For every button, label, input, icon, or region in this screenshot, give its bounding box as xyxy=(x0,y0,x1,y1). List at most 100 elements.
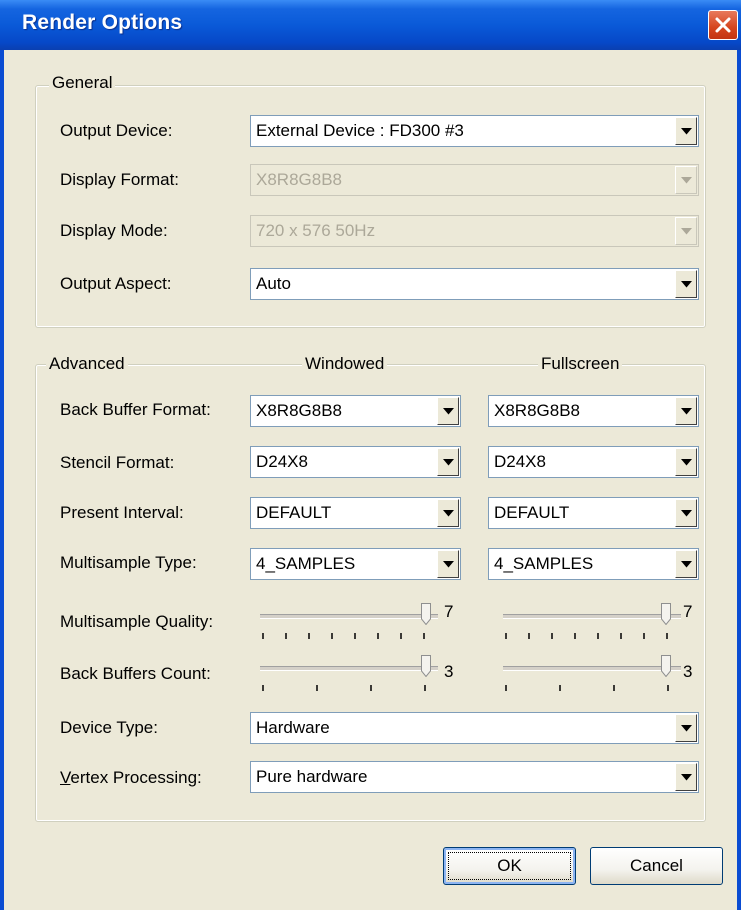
multisample-type-windowed-value: 4_SAMPLES xyxy=(256,554,356,573)
present-interval-windowed-dropdown-button[interactable] xyxy=(437,499,459,527)
chevron-down-icon xyxy=(681,459,692,466)
back-buffer-format-fullscreen-combo[interactable]: X8R8G8B8 xyxy=(488,395,699,427)
display-mode-combo: 720 x 576 50Hz xyxy=(250,215,699,247)
multisample-type-fullscreen-dropdown-button[interactable] xyxy=(675,550,697,578)
multisample-quality-windowed-value: 7 xyxy=(444,602,454,621)
close-icon xyxy=(715,17,731,33)
cancel-button-label: Cancel xyxy=(630,856,683,875)
display-format-label: Display Format: xyxy=(60,170,180,189)
vertex-processing-combo[interactable]: Pure hardware xyxy=(250,761,699,793)
chevron-down-icon xyxy=(681,177,692,184)
device-type-combo[interactable]: Hardware xyxy=(250,712,699,744)
chevron-down-icon xyxy=(443,459,454,466)
slider-ticks xyxy=(505,633,668,639)
chevron-down-icon xyxy=(443,561,454,568)
chevron-down-icon xyxy=(681,510,692,517)
back-buffer-format-fullscreen-value: X8R8G8B8 xyxy=(494,401,580,420)
general-legend: General xyxy=(49,73,116,93)
device-type-dropdown-button[interactable] xyxy=(675,714,697,742)
device-type-value: Hardware xyxy=(256,718,330,737)
output-aspect-dropdown-button[interactable] xyxy=(675,270,697,298)
slider-track xyxy=(503,666,681,671)
back-buffers-count-windowed-slider[interactable] xyxy=(260,655,450,695)
back-buffer-format-windowed-dropdown-button[interactable] xyxy=(437,397,459,425)
advanced-group xyxy=(35,364,706,822)
present-interval-fullscreen-combo[interactable]: DEFAULT xyxy=(488,497,699,529)
back-buffers-count-windowed-value: 3 xyxy=(444,662,454,681)
window-border-left xyxy=(0,50,4,910)
title-bar[interactable]: Render Options xyxy=(0,0,741,50)
present-interval-fullscreen-value: DEFAULT xyxy=(494,503,570,522)
multisample-type-fullscreen-value: 4_SAMPLES xyxy=(494,554,594,573)
output-aspect-combo[interactable]: Auto xyxy=(250,268,699,300)
stencil-format-windowed-combo[interactable]: D24X8 xyxy=(250,446,461,478)
slider-thumb-icon[interactable] xyxy=(421,655,431,677)
display-format-dropdown-button xyxy=(675,166,697,194)
chevron-down-icon xyxy=(681,408,692,415)
present-interval-label: Present Interval: xyxy=(60,503,184,522)
back-buffers-count-fullscreen-value: 3 xyxy=(683,662,693,681)
slider-thumb-icon[interactable] xyxy=(421,603,431,625)
multisample-quality-label: Multisample Quality: xyxy=(60,612,214,631)
multisample-type-fullscreen-combo[interactable]: 4_SAMPLES xyxy=(488,548,699,580)
output-aspect-label: Output Aspect: xyxy=(60,274,172,293)
output-device-dropdown-button[interactable] xyxy=(675,117,697,145)
slider-track xyxy=(503,614,681,619)
focus-ring xyxy=(448,852,571,880)
back-buffer-format-windowed-combo[interactable]: X8R8G8B8 xyxy=(250,395,461,427)
slider-ticks xyxy=(262,685,426,691)
slider-track xyxy=(260,614,438,619)
stencil-format-fullscreen-combo[interactable]: D24X8 xyxy=(488,446,699,478)
cancel-button[interactable]: Cancel xyxy=(590,847,723,885)
back-buffers-count-label: Back Buffers Count: xyxy=(60,664,211,683)
output-aspect-value: Auto xyxy=(256,274,291,293)
close-button[interactable] xyxy=(708,10,738,40)
multisample-type-windowed-combo[interactable]: 4_SAMPLES xyxy=(250,548,461,580)
multisample-quality-fullscreen-value: 7 xyxy=(683,602,693,621)
window-border-right xyxy=(737,50,741,910)
back-buffers-count-fullscreen-slider[interactable] xyxy=(503,655,693,695)
back-buffer-format-fullscreen-dropdown-button[interactable] xyxy=(675,397,697,425)
output-device-label: Output Device: xyxy=(60,121,173,140)
chevron-down-icon xyxy=(681,128,692,135)
chevron-down-icon xyxy=(681,774,692,781)
chevron-down-icon xyxy=(443,408,454,415)
chevron-down-icon xyxy=(681,725,692,732)
output-device-value: External Device : FD300 #3 xyxy=(256,121,464,140)
device-type-label: Device Type: xyxy=(60,718,158,737)
vertex-processing-dropdown-button[interactable] xyxy=(675,763,697,791)
advanced-legend: Advanced xyxy=(46,354,128,374)
stencil-format-label: Stencil Format: xyxy=(60,453,175,472)
display-mode-value: 720 x 576 50Hz xyxy=(256,221,376,240)
multisample-type-label: Multisample Type: xyxy=(60,553,197,572)
fullscreen-column-header: Fullscreen xyxy=(538,354,623,374)
present-interval-windowed-value: DEFAULT xyxy=(256,503,332,522)
stencil-format-fullscreen-value: D24X8 xyxy=(494,452,546,471)
chevron-down-icon xyxy=(443,510,454,517)
vertex-processing-accelerator: V xyxy=(60,768,71,787)
multisample-quality-windowed-slider[interactable] xyxy=(260,603,450,643)
stencil-format-windowed-dropdown-button[interactable] xyxy=(437,448,459,476)
display-mode-dropdown-button xyxy=(675,217,697,245)
multisample-type-windowed-dropdown-button[interactable] xyxy=(437,550,459,578)
chevron-down-icon xyxy=(681,228,692,235)
vertex-processing-label-text: ertex Processing: xyxy=(70,768,202,787)
present-interval-fullscreen-dropdown-button[interactable] xyxy=(675,499,697,527)
display-format-value: X8R8G8B8 xyxy=(256,170,342,189)
slider-thumb-icon[interactable] xyxy=(661,655,671,677)
display-mode-label: Display Mode: xyxy=(60,221,168,240)
chevron-down-icon xyxy=(681,281,692,288)
slider-ticks xyxy=(262,633,425,639)
back-buffer-format-windowed-value: X8R8G8B8 xyxy=(256,401,342,420)
display-format-combo: X8R8G8B8 xyxy=(250,164,699,196)
ok-button[interactable]: OK xyxy=(443,847,576,885)
slider-track xyxy=(260,666,438,671)
stencil-format-fullscreen-dropdown-button[interactable] xyxy=(675,448,697,476)
chevron-down-icon xyxy=(681,561,692,568)
output-device-combo[interactable]: External Device : FD300 #3 xyxy=(250,115,699,147)
slider-thumb-icon[interactable] xyxy=(661,603,671,625)
vertex-processing-value: Pure hardware xyxy=(256,767,368,786)
stencil-format-windowed-value: D24X8 xyxy=(256,452,308,471)
present-interval-windowed-combo[interactable]: DEFAULT xyxy=(250,497,461,529)
multisample-quality-fullscreen-slider[interactable] xyxy=(503,603,693,643)
